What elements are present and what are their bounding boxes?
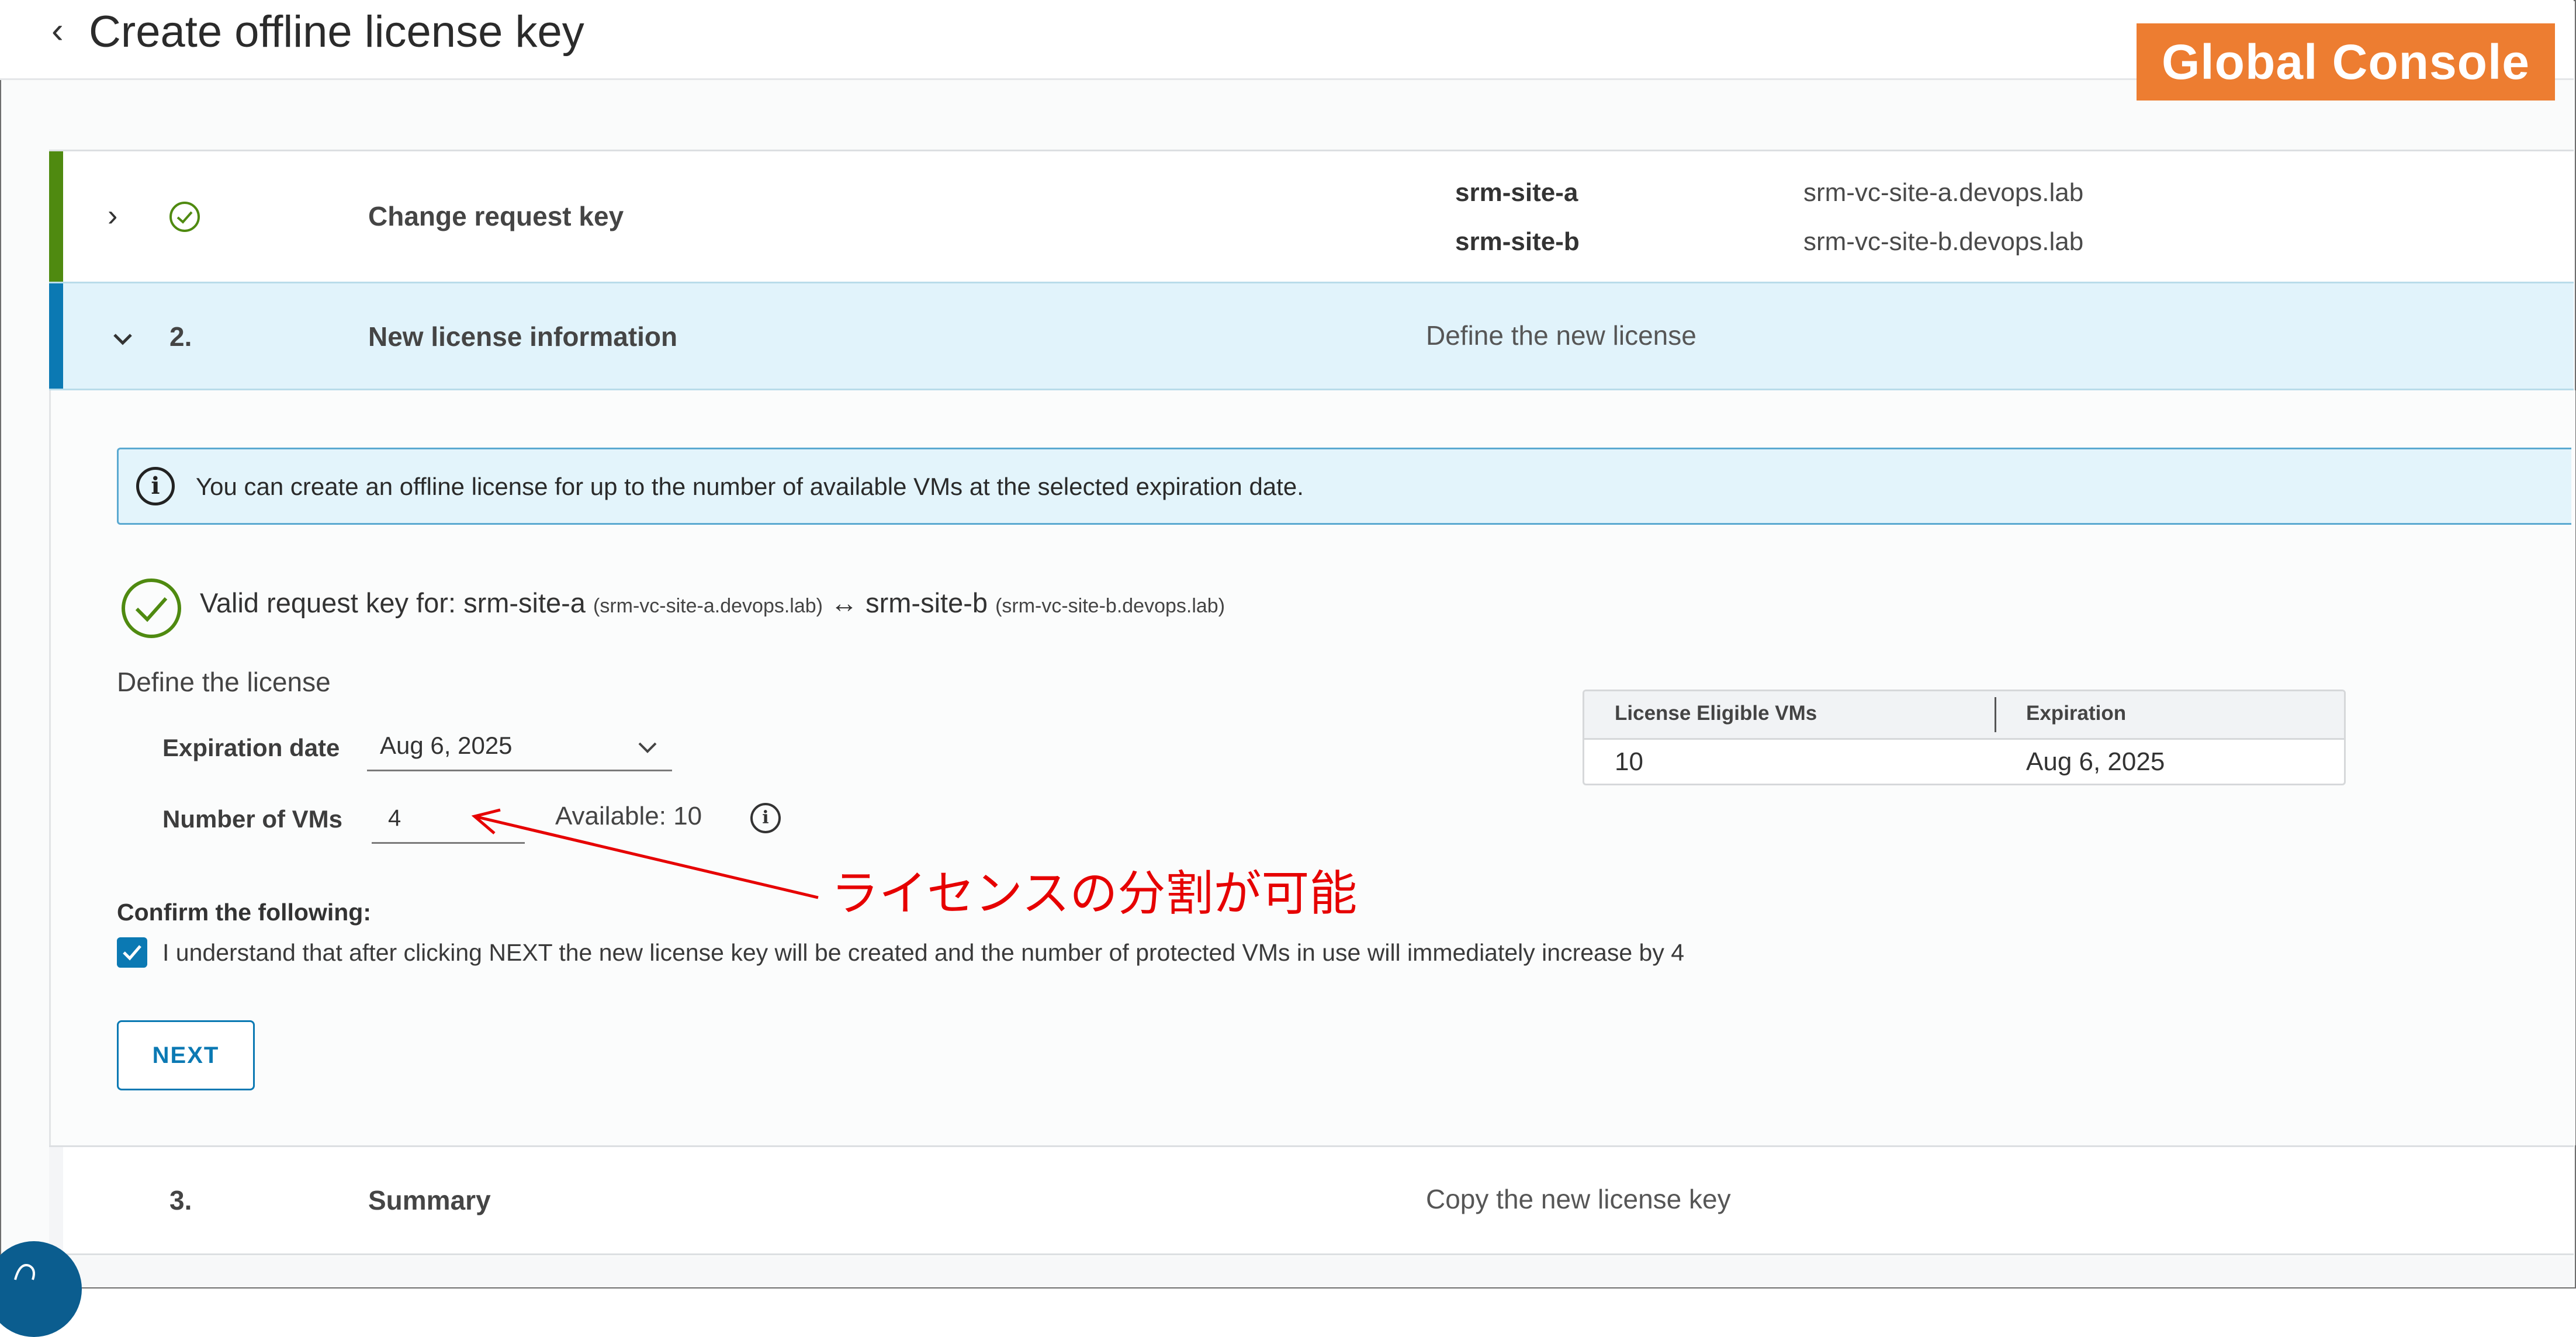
check-circle-icon bbox=[169, 202, 200, 232]
expiration-date-label: Expiration date bbox=[162, 734, 340, 761]
step-summary[interactable]: 3. Summary Copy the new license key bbox=[49, 1145, 2574, 1255]
column-header: License Eligible VMs bbox=[1615, 702, 1817, 725]
site-name: srm-site-b bbox=[1455, 227, 1580, 256]
annotation-arrow bbox=[471, 808, 819, 899]
define-license-heading: Define the license bbox=[117, 667, 331, 697]
step-number: 3. bbox=[169, 1185, 192, 1215]
valid-request-key-text: Valid request key for: srm-site-a (srm-v… bbox=[200, 587, 1225, 619]
site-name: srm-site-a bbox=[1455, 178, 1578, 207]
step-title: Summary bbox=[368, 1185, 491, 1215]
column-header: Expiration bbox=[2026, 702, 2127, 725]
info-banner: i You can create an offline license for … bbox=[117, 448, 2571, 525]
site-host: srm-vc-site-a.devops.lab bbox=[1803, 178, 2084, 207]
license-eligible-table: License Eligible VMs Expiration 10 Aug 6… bbox=[1583, 690, 2346, 785]
assistant-icon bbox=[14, 1264, 35, 1280]
table-cell: 10 bbox=[1615, 747, 1643, 776]
next-button[interactable]: NEXT bbox=[117, 1020, 255, 1090]
expiration-date-value: Aug 6, 2025 bbox=[380, 732, 513, 759]
chevron-right-icon[interactable]: › bbox=[108, 198, 117, 233]
column-divider[interactable] bbox=[1995, 697, 1996, 732]
connector: ↔ srm-site-b bbox=[823, 587, 996, 618]
step-change-request-key[interactable]: › Change request key srm-site-a srm-vc-s… bbox=[49, 150, 2574, 282]
page-title: Create offline license key bbox=[89, 7, 584, 57]
step-status-bar bbox=[49, 151, 63, 282]
global-console-badge: Global Console bbox=[2137, 23, 2555, 101]
step-title: Change request key bbox=[368, 201, 624, 231]
back-chevron-icon[interactable]: ‹ bbox=[51, 13, 64, 49]
site-b-host: (srm-vc-site-b.devops.lab) bbox=[995, 595, 1225, 617]
bottom-strip bbox=[0, 1256, 2574, 1286]
number-of-vms-label: Number of VMs bbox=[162, 805, 343, 833]
step-active-bar bbox=[49, 283, 63, 389]
annotation-text: ライセンスの分割が可能 bbox=[831, 867, 1358, 920]
info-icon: i bbox=[136, 467, 175, 505]
valid-key-prefix: Valid request key for: srm-site-a bbox=[200, 587, 586, 618]
step-new-license-information[interactable]: 2. New license information Define the ne… bbox=[49, 282, 2574, 390]
valid-check-circle-icon bbox=[122, 579, 181, 638]
step-description: Define the new license bbox=[1426, 320, 1696, 351]
info-banner-text: You can create an offline license for up… bbox=[196, 473, 1304, 500]
table-header-row: License Eligible VMs Expiration bbox=[1584, 691, 2344, 740]
confirm-text: I understand that after clicking NEXT th… bbox=[162, 939, 1685, 966]
step-status-bar bbox=[49, 1147, 63, 1253]
confirm-checkbox[interactable] bbox=[117, 937, 147, 968]
site-a-host: (srm-vc-site-a.devops.lab) bbox=[593, 595, 823, 617]
confirm-heading: Confirm the following: bbox=[117, 899, 371, 926]
chevron-down-icon bbox=[638, 742, 657, 753]
table-cell: Aug 6, 2025 bbox=[2026, 747, 2165, 776]
site-host: srm-vc-site-b.devops.lab bbox=[1803, 227, 2084, 256]
expiration-date-select[interactable]: Aug 6, 2025 bbox=[367, 723, 672, 771]
step-description: Copy the new license key bbox=[1426, 1184, 1731, 1214]
checkmark-icon bbox=[123, 945, 141, 961]
chevron-down-icon[interactable] bbox=[110, 325, 136, 351]
step-title: New license information bbox=[368, 321, 678, 352]
step-number: 2. bbox=[169, 321, 192, 352]
